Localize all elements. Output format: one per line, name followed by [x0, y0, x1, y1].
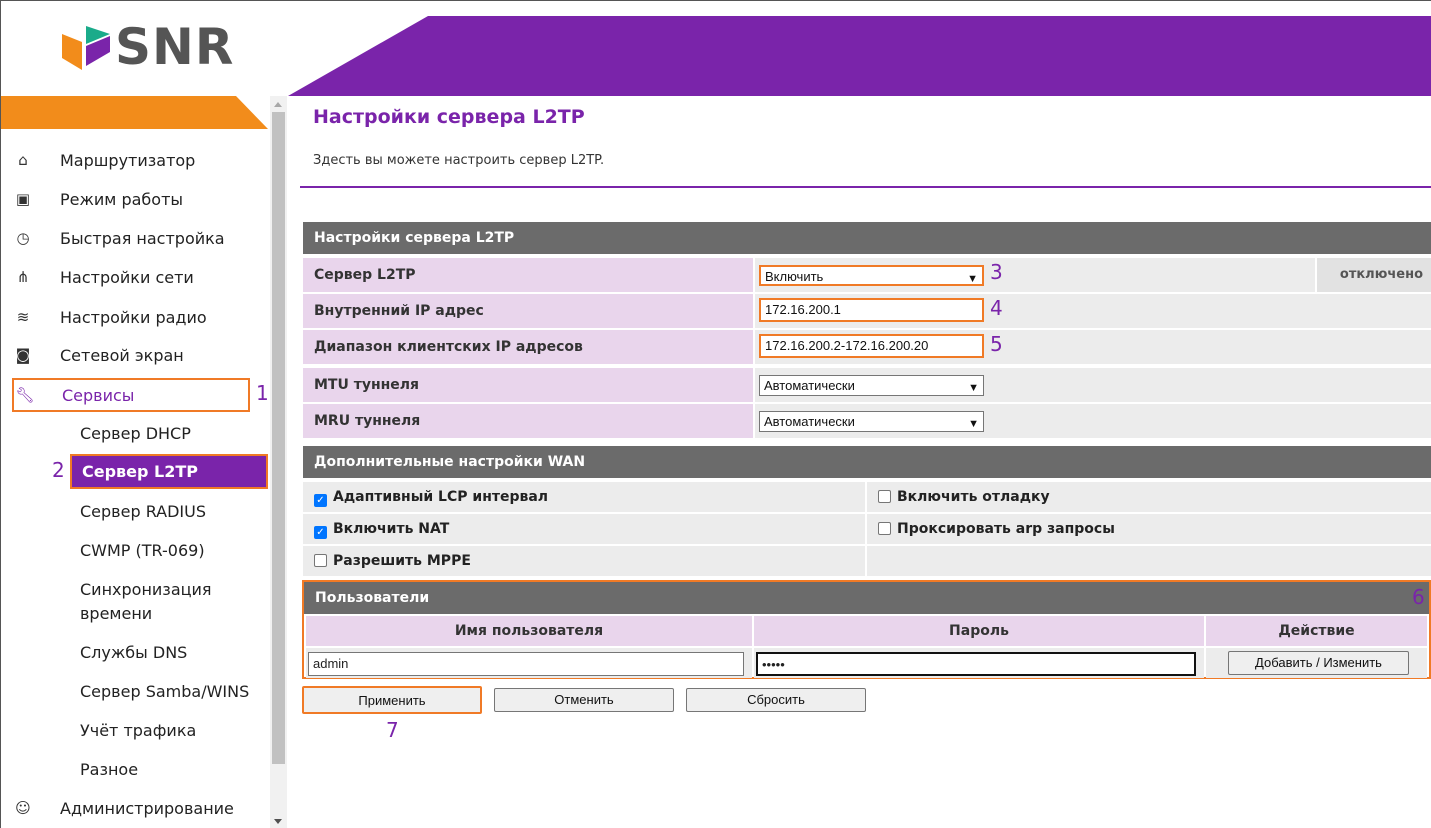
reset-button[interactable]: Сбросить — [686, 688, 866, 712]
brand-logo[interactable]: SNR — [115, 18, 234, 76]
sidebar-item-label: Настройки радио — [60, 307, 207, 327]
internal-ip-input[interactable]: 172.16.200.1 — [759, 298, 984, 322]
sidebar-item-services[interactable]: 🔧︎ Сервисы — [12, 378, 250, 412]
annotation-1: 1 — [256, 381, 269, 405]
annotation-6: 6 — [1412, 585, 1425, 609]
annotation-4: 4 — [990, 296, 1003, 320]
sidebar-item-router[interactable]: ⌂ Маршрутизатор — [14, 143, 254, 177]
sidebar-item-label: Маршрутизатор — [60, 150, 196, 170]
column-header-password: Пароль — [754, 616, 1204, 646]
annotation-5: 5 — [990, 332, 1003, 356]
admin-icon: ☺ — [15, 799, 31, 817]
logo-area: SNR — [0, 0, 288, 96]
chevron-down-icon: ▼ — [968, 418, 979, 430]
column-header-action: Действие — [1206, 616, 1427, 646]
mode-icon: ▣ — [15, 190, 31, 208]
mppe-checkbox[interactable] — [314, 554, 327, 567]
sidebar-item-quick-setup[interactable]: ◷ Быстрая настройка — [14, 221, 254, 255]
annotation-7: 7 — [386, 718, 399, 742]
apply-button[interactable]: Применить — [302, 686, 482, 714]
debug-checkbox[interactable] — [878, 490, 891, 503]
sidebar-item-label: Быстрая настройка — [60, 228, 225, 248]
cancel-button[interactable]: Отменить — [494, 688, 674, 712]
sidebar-subitem-dhcp[interactable]: Сервер DHCP — [80, 422, 270, 446]
proxy-arp-checkbox[interactable] — [878, 522, 891, 535]
wan-row-2: ✓ Включить NAT Проксировать arp запросы — [303, 514, 1431, 544]
sidebar-scrollbar[interactable] — [270, 96, 287, 828]
router-icon: ⌂ — [18, 151, 28, 169]
mru-select[interactable]: Автоматически ▼ — [759, 411, 984, 432]
sidebar: ⌂ Маршрутизатор ▣ Режим работы ◷ Быстрая… — [0, 96, 288, 828]
sidebar-item-firewall[interactable]: ◙ Сетевой экран — [14, 338, 254, 372]
users-section: Пользователи 6 Имя пользователя Пароль Д… — [302, 580, 1431, 679]
chevron-down-icon: ▼ — [967, 273, 978, 285]
wan-row-1: ✓ Адаптивный LCP интервал Включить отладк… — [303, 482, 1431, 512]
l2tp-server-select[interactable]: Включить ▼ — [759, 265, 984, 286]
snr-logo-icon — [62, 26, 110, 70]
page-description: Здесть вы можете настроить сервер L2TP. — [313, 153, 605, 168]
sidebar-item-admin[interactable]: ☺ Администрирование — [14, 791, 254, 825]
password-input[interactable]: ••••• — [756, 652, 1196, 676]
debug-option[interactable]: Включить отладку — [867, 482, 1431, 512]
annotation-2: 2 — [52, 458, 65, 482]
sidebar-item-label: Настройки сети — [60, 267, 194, 287]
scroll-up-arrow-icon[interactable] — [274, 102, 282, 107]
client-range-input[interactable]: 172.16.200.2-172.16.200.20 — [759, 334, 984, 358]
scroll-thumb[interactable] — [272, 112, 285, 764]
sidebar-subitem-time-sync[interactable]: Синхронизация времени — [80, 578, 250, 626]
username-input[interactable]: admin — [308, 652, 744, 676]
chevron-down-icon: ▼ — [968, 382, 979, 394]
internal-ip-label: Внутренний IP адрес — [303, 294, 753, 328]
mtu-select[interactable]: Автоматически ▼ — [759, 375, 984, 396]
section-header-l2tp: Настройки сервера L2TP — [303, 222, 1431, 254]
sidebar-subitem-l2tp[interactable]: Сервер L2TP — [70, 454, 268, 489]
l2tp-server-label: Сервер L2TP — [303, 258, 753, 292]
sidebar-subitem-traffic[interactable]: Учёт трафика — [80, 719, 270, 743]
column-header-username: Имя пользователя — [306, 616, 752, 646]
wrench-icon: 🔧︎ — [15, 386, 35, 404]
scroll-down-arrow-icon[interactable] — [274, 819, 282, 824]
sidebar-item-network[interactable]: ⋔ Настройки сети — [14, 260, 254, 294]
row-client-range: Диапазон клиентских IP адресов 172.16.20… — [303, 330, 1431, 364]
sidebar-item-mode[interactable]: ▣ Режим работы — [14, 182, 254, 216]
divider — [300, 186, 1431, 188]
mru-label: MRU туннеля — [303, 404, 753, 438]
mtu-label: MTU туннеля — [303, 368, 753, 402]
status-badge: отключено — [1317, 258, 1431, 292]
stopwatch-icon: ◷ — [16, 229, 30, 247]
sidebar-item-radio[interactable]: ≋ Настройки радио — [14, 300, 254, 334]
proxy-arp-option[interactable]: Проксировать arp запросы — [867, 514, 1431, 544]
sidebar-subitem-radius[interactable]: Сервер RADIUS — [80, 500, 270, 524]
sidebar-subitem-dns[interactable]: Службы DNS — [80, 641, 270, 665]
header-band — [288, 16, 1431, 96]
sidebar-subitem-cwmp[interactable]: CWMP (TR-069) — [80, 539, 270, 563]
sidebar-item-label: Сетевой экран — [60, 345, 184, 365]
sidebar-item-label: Сервисы — [62, 385, 135, 405]
adaptive-lcp-option[interactable]: ✓ Адаптивный LCP интервал — [303, 482, 865, 512]
sidebar-accent-bar — [0, 96, 268, 129]
page-title: Настройки сервера L2TP — [313, 106, 585, 128]
mppe-option[interactable]: Разрешить MPPE — [303, 546, 865, 576]
row-mru: MRU туннеля Автоматически ▼ — [303, 404, 1431, 438]
add-user-button[interactable]: Добавить / Изменить — [1228, 651, 1409, 675]
wifi-icon: ≋ — [16, 308, 30, 326]
users-header: Пользователи — [304, 582, 1429, 614]
row-mtu: MTU туннеля Автоматически ▼ — [303, 368, 1431, 402]
adaptive-lcp-checkbox[interactable]: ✓ — [314, 494, 327, 507]
wan-row-3: Разрешить MPPE — [303, 546, 1431, 576]
row-internal-ip: Внутренний IP адрес 172.16.200.1 4 — [303, 294, 1431, 328]
annotation-3: 3 — [990, 260, 1003, 284]
network-icon: ⋔ — [16, 268, 30, 286]
sidebar-subitem-misc[interactable]: Разное — [80, 758, 270, 782]
sidebar-item-label: Администрирование — [60, 798, 234, 818]
client-range-label: Диапазон клиентских IP адресов — [303, 330, 753, 364]
section-header-wan: Дополнительные настройки WAN — [303, 446, 1431, 478]
nat-checkbox[interactable]: ✓ — [314, 526, 327, 539]
sidebar-item-label: Режим работы — [60, 189, 184, 209]
firewall-icon: ◙ — [15, 346, 31, 364]
sidebar-subitem-samba[interactable]: Сервер Samba/WINS — [80, 680, 270, 704]
row-l2tp-server: Сервер L2TP Включить ▼ 3 отключено — [303, 258, 1431, 292]
nat-option[interactable]: ✓ Включить NAT — [303, 514, 865, 544]
